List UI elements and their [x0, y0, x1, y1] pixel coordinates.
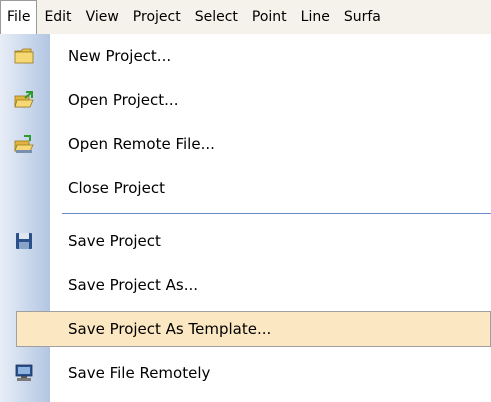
- menu-project[interactable]: Project: [126, 0, 188, 34]
- menu-item-save-project-as-template[interactable]: Save Project As Template...: [0, 307, 491, 351]
- menu-item-label: New Project...: [68, 47, 172, 65]
- folder-icon: [13, 45, 35, 67]
- menu-separator: [62, 213, 491, 214]
- menu-file[interactable]: File: [0, 0, 38, 34]
- computer-icon: [13, 362, 35, 384]
- menu-surface[interactable]: Surfa: [337, 0, 388, 34]
- menu-select[interactable]: Select: [188, 0, 245, 34]
- menu-item-save-project-as[interactable]: Save Project As...: [0, 263, 491, 307]
- menu-item-label: Save File Remotely: [68, 364, 211, 382]
- menu-bar: File Edit View Project Select Point Line Surfa: [0, 0, 491, 34]
- open-remote-folder-icon: [13, 133, 35, 155]
- menu-item-save-project[interactable]: Save Project: [0, 219, 491, 263]
- menu-item-label: Open Project...: [68, 91, 179, 109]
- menu-item-close-project[interactable]: Close Project: [0, 166, 491, 210]
- menu-edit[interactable]: Edit: [37, 0, 78, 34]
- open-folder-icon: [13, 89, 35, 111]
- menu-item-open-project[interactable]: Open Project...: [0, 78, 491, 122]
- menu-point[interactable]: Point: [245, 0, 294, 34]
- menu-item-label: Save Project: [68, 232, 161, 250]
- floppy-disk-icon: [13, 230, 35, 252]
- menu-item-open-remote-file[interactable]: Open Remote File...: [0, 122, 491, 166]
- menu-item-new-project[interactable]: New Project...: [0, 34, 491, 78]
- menu-view[interactable]: View: [79, 0, 126, 34]
- menu-item-label: Save Project As Template...: [68, 320, 272, 338]
- menu-item-label: Open Remote File...: [68, 135, 215, 153]
- menu-line[interactable]: Line: [294, 0, 337, 34]
- menu-item-label: Close Project: [68, 179, 165, 197]
- file-menu-dropdown: New Project... Open Project... Open Remo…: [0, 34, 491, 402]
- menu-item-label: Save Project As...: [68, 276, 199, 294]
- menu-item-save-file-remotely[interactable]: Save File Remotely: [0, 351, 491, 395]
